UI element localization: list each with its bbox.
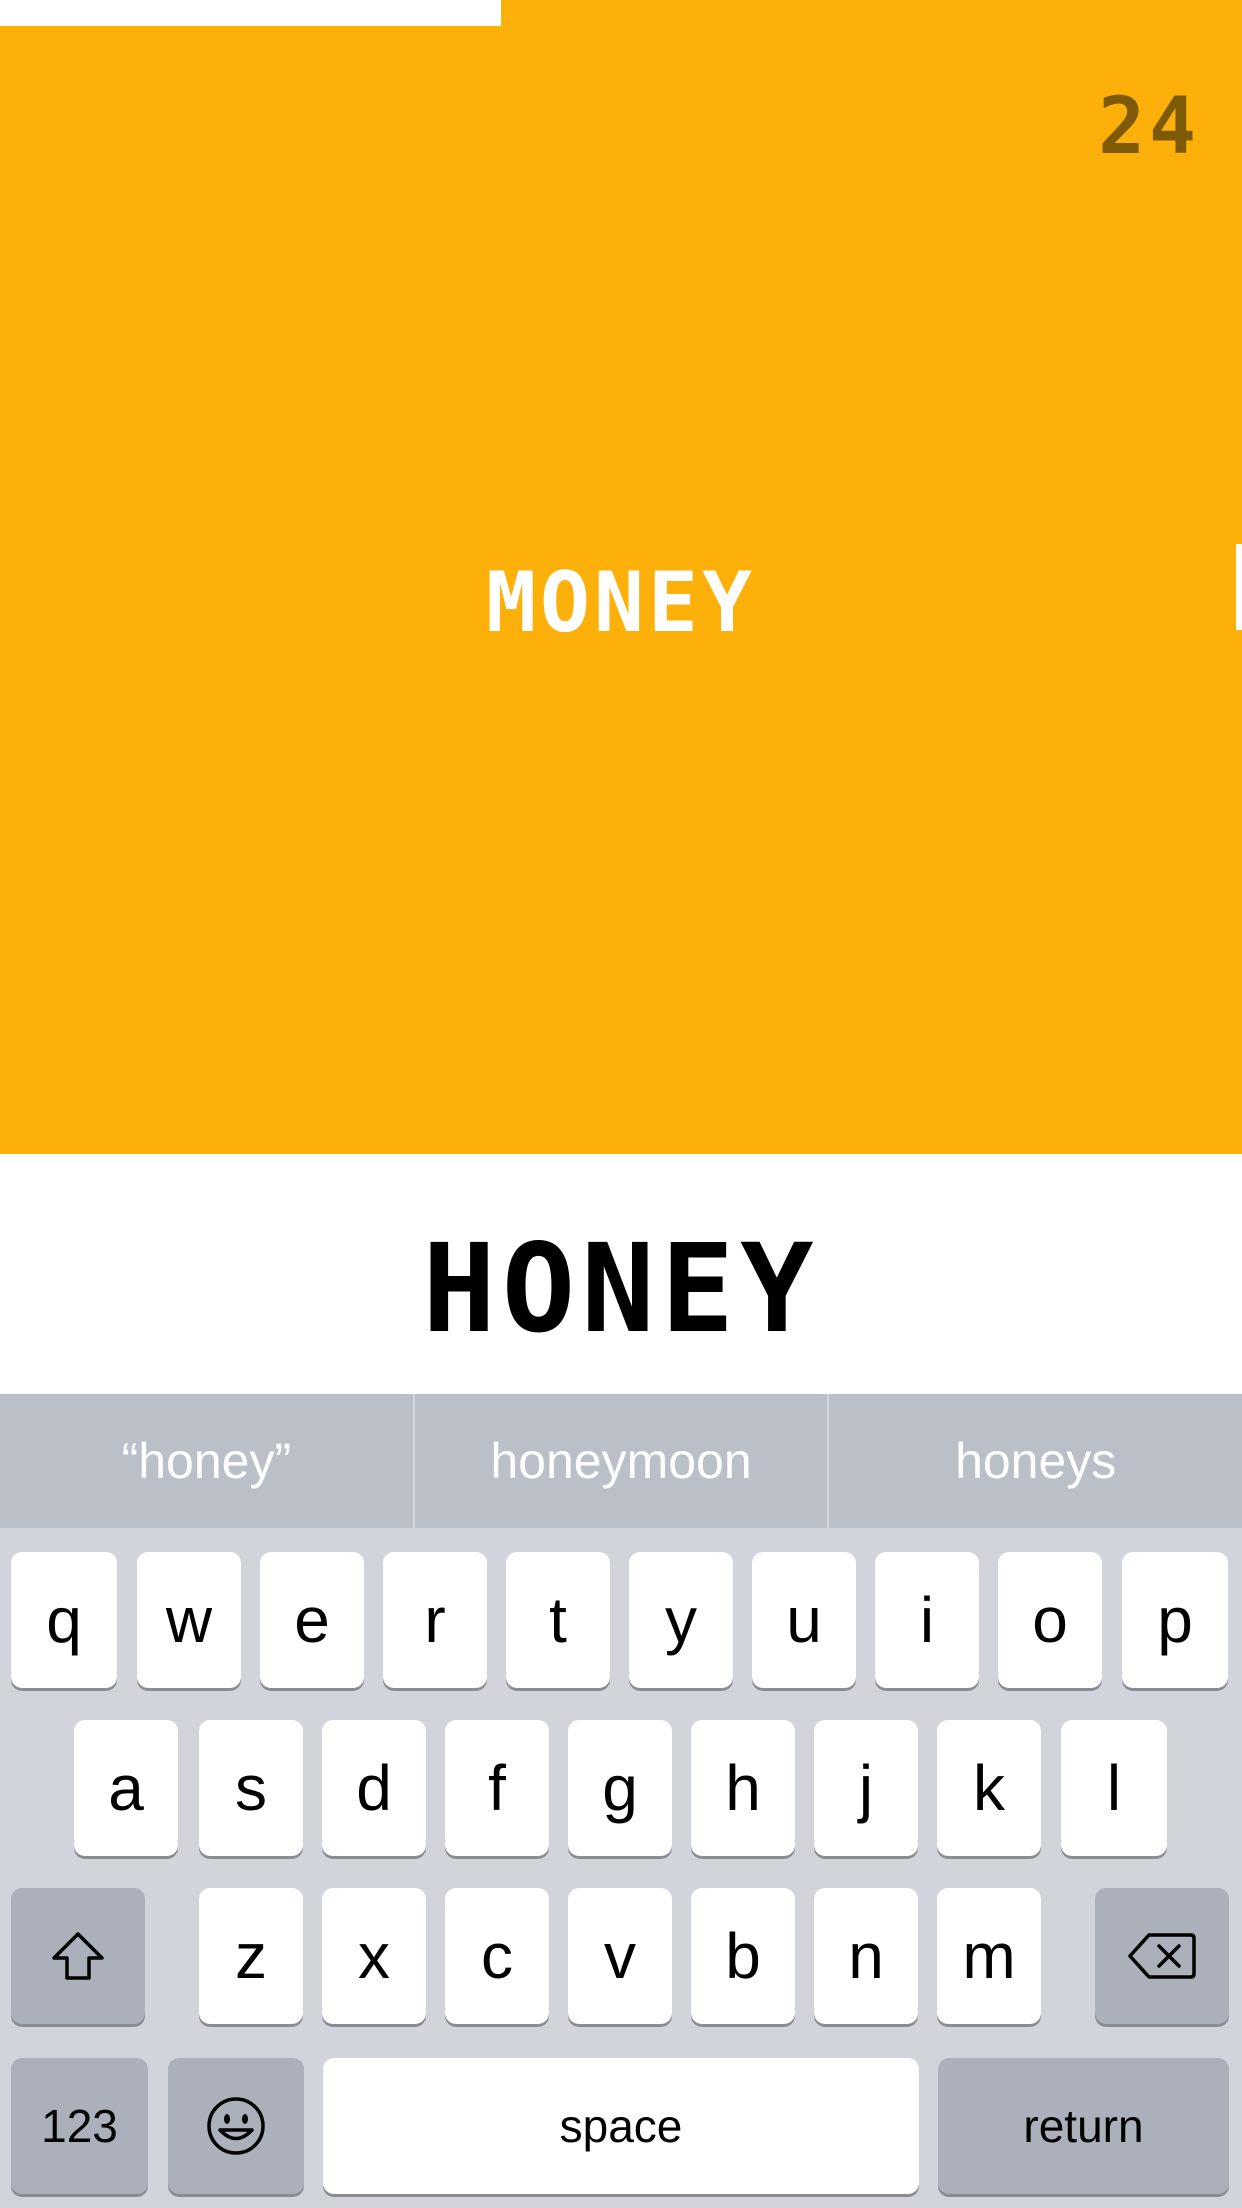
suggestion-3[interactable]: honeys bbox=[829, 1394, 1242, 1528]
key-b[interactable]: b bbox=[691, 1888, 795, 2024]
key-o[interactable]: o bbox=[998, 1552, 1102, 1688]
key-l[interactable]: l bbox=[1061, 1720, 1167, 1856]
key-h[interactable]: h bbox=[691, 1720, 795, 1856]
key-e[interactable]: e bbox=[260, 1552, 364, 1688]
key-m[interactable]: m bbox=[937, 1888, 1041, 2024]
shift-icon bbox=[52, 1932, 104, 1980]
timer-bar bbox=[0, 0, 501, 26]
target-word: MONEY bbox=[486, 521, 756, 659]
key-f[interactable]: f bbox=[445, 1720, 549, 1856]
key-s[interactable]: s bbox=[199, 1720, 303, 1856]
key-k[interactable]: k bbox=[937, 1720, 1041, 1856]
key-p[interactable]: p bbox=[1122, 1552, 1228, 1688]
key-u[interactable]: u bbox=[752, 1552, 856, 1688]
key-c[interactable]: c bbox=[445, 1888, 549, 2024]
delete-icon bbox=[1128, 1933, 1196, 1979]
game-area: 24 MONEY bbox=[0, 0, 1242, 1154]
key-z[interactable]: z bbox=[199, 1888, 303, 2024]
keyboard: “honey” honeymoon honeys q w e r t y u i… bbox=[0, 1394, 1242, 2208]
key-d[interactable]: d bbox=[322, 1720, 426, 1856]
key-j[interactable]: j bbox=[814, 1720, 918, 1856]
key-q[interactable]: q bbox=[11, 1552, 117, 1688]
key-n[interactable]: n bbox=[814, 1888, 918, 2024]
return-key[interactable]: return bbox=[938, 2058, 1229, 2194]
score-counter: 24 bbox=[1098, 82, 1200, 172]
suggestion-2[interactable]: honeymoon bbox=[415, 1394, 830, 1528]
suggestion-bar: “honey” honeymoon honeys bbox=[0, 1394, 1242, 1528]
delete-key[interactable] bbox=[1095, 1888, 1229, 2024]
numbers-key[interactable]: 123 bbox=[11, 2058, 148, 2194]
key-w[interactable]: w bbox=[137, 1552, 241, 1688]
key-g[interactable]: g bbox=[568, 1720, 672, 1856]
emoji-icon bbox=[207, 2097, 265, 2155]
key-x[interactable]: x bbox=[322, 1888, 426, 2024]
answer-area: HONEY bbox=[0, 1154, 1242, 1394]
key-t[interactable]: t bbox=[506, 1552, 610, 1688]
key-a[interactable]: a bbox=[74, 1720, 178, 1856]
key-v[interactable]: v bbox=[568, 1888, 672, 2024]
suggestion-1[interactable]: “honey” bbox=[0, 1394, 415, 1528]
typed-word: HONEY bbox=[422, 1218, 820, 1360]
space-key[interactable]: space bbox=[323, 2058, 919, 2194]
key-y[interactable]: y bbox=[629, 1552, 733, 1688]
key-r[interactable]: r bbox=[383, 1552, 487, 1688]
emoji-key[interactable] bbox=[168, 2058, 304, 2194]
incoming-word-edge bbox=[1236, 544, 1242, 630]
shift-key[interactable] bbox=[11, 1888, 145, 2024]
key-i[interactable]: i bbox=[875, 1552, 979, 1688]
